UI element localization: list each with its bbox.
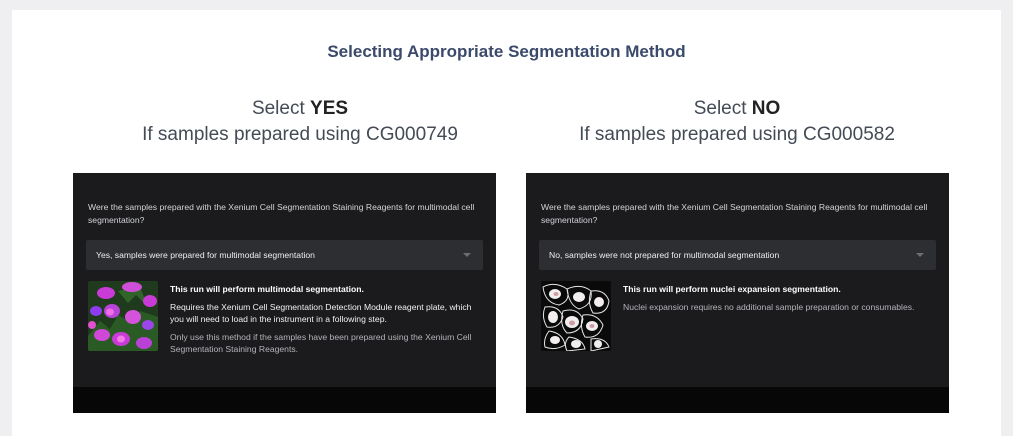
multimodal-panel: Were the samples prepared with the Xeniu… [73,173,496,413]
info-title: This run will perform nuclei expansion s… [623,284,841,294]
nuclei-expansion-info: This run will perform nuclei expansion s… [623,283,933,313]
yes-heading-sub: If samples prepared using CG000749 [142,124,458,145]
chevron-down-icon [916,253,924,257]
chevron-down-icon [463,253,471,257]
info-requirement: Requires the Xenium Cell Segmentation De… [170,301,472,325]
segmentation-select-value: Yes, samples were prepared for multimoda… [96,250,315,260]
info-title: This run will perform multimodal segment… [170,284,364,294]
no-heading: Select NO If samples prepared using CG00… [507,96,967,148]
segmentation-select[interactable]: Yes, samples were prepared for multimoda… [86,240,483,270]
segmentation-question: Were the samples prepared with the Xeniu… [541,202,928,225]
segmentation-select-value: No, samples were not prepared for multim… [549,250,780,260]
content-card: Selecting Appropriate Segmentation Metho… [12,10,1001,436]
info-note: Only use this method if the samples have… [170,331,472,355]
panel-footer [73,387,496,413]
no-heading-choice: NO [751,98,781,119]
multimodal-info: This run will perform multimodal segment… [170,283,480,356]
no-heading-prefix: Select [693,98,752,119]
info-requirement: Nuclei expansion requires no additional … [623,301,915,312]
no-heading-line: Select NO [507,96,967,122]
nuclei-expansion-image [541,281,611,351]
nuclei-expansion-panel: Were the samples prepared with the Xeniu… [526,173,949,413]
page-title: Selecting Appropriate Segmentation Metho… [327,42,686,61]
yes-heading: Select YES If samples prepared using CG0… [70,96,530,148]
yes-heading-choice: YES [310,98,349,119]
yes-heading-line: Select YES [70,96,530,122]
segmentation-question: Were the samples prepared with the Xeniu… [88,202,475,225]
segmentation-select[interactable]: No, samples were not prepared for multim… [539,240,936,270]
no-heading-sub: If samples prepared using CG000582 [579,124,895,145]
multimodal-cells-image [88,281,158,351]
yes-heading-prefix: Select [251,98,311,119]
panel-footer [526,387,949,413]
